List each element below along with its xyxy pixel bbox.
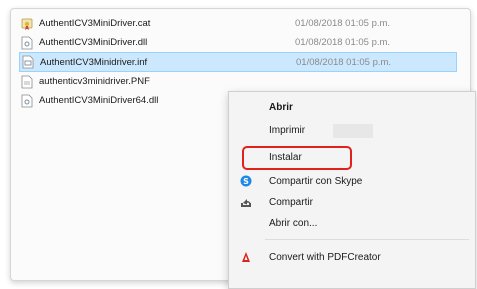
redacted-box <box>333 124 373 138</box>
highlight-annotation <box>242 146 352 170</box>
file-date: 01/08/2018 01:05 p.m. <box>295 18 391 29</box>
dll-file-icon <box>21 94 33 108</box>
file-date: 01/08/2018 01:05 p.m. <box>296 56 392 68</box>
file-date: 01/08/2018 01:05 p.m. <box>295 37 391 48</box>
dll-file-icon <box>21 36 33 50</box>
skype-icon: S <box>240 175 252 187</box>
pdfcreator-icon <box>240 251 252 263</box>
menu-item-label: Compartir con Skype <box>269 175 363 187</box>
menu-item-label: Convert with PDFCreator <box>269 251 381 263</box>
file-name: AuthentICV3MiniDriver.cat <box>39 18 151 29</box>
inf-file-icon <box>22 55 34 69</box>
menu-item-pdfcreator[interactable]: Convert with PDFCreator <box>229 247 469 267</box>
menu-item-compartir-skype[interactable]: S Compartir con Skype <box>229 171 469 191</box>
menu-item-label: Abrir con... <box>269 217 318 229</box>
menu-item-abrir-con[interactable]: Abrir con... <box>229 213 469 233</box>
file-name: AuthentICV3MiniDriver.dll <box>39 37 148 48</box>
menu-item-label: Imprimir <box>269 124 306 136</box>
menu-separator <box>265 239 469 240</box>
file-name: authenticv3minidriver.PNF <box>39 76 150 87</box>
pnf-file-icon <box>21 75 33 89</box>
file-name: AuthentICV3Minidriver.inf <box>40 56 148 68</box>
file-row[interactable]: authenticv3minidriver.PNF <box>21 72 461 91</box>
menu-item-imprimir[interactable]: Imprimir <box>229 120 469 140</box>
certificate-file-icon <box>21 17 33 31</box>
menu-item-label: Abrir <box>269 101 293 113</box>
menu-item-abrir[interactable]: Abrir <box>229 97 469 117</box>
context-menu: Abrir Imprimir Instalar S Compartir con … <box>228 91 476 289</box>
menu-item-compartir[interactable]: Compartir <box>229 192 469 212</box>
file-row-selected[interactable]: AuthentICV3Minidriver.inf 01/08/2018 01:… <box>19 52 457 72</box>
share-icon <box>240 196 252 208</box>
file-row[interactable]: AuthentICV3MiniDriver.cat 01/08/2018 01:… <box>21 14 461 33</box>
file-row[interactable]: AuthentICV3MiniDriver.dll 01/08/2018 01:… <box>21 33 461 52</box>
menu-item-label: Compartir <box>269 196 313 208</box>
svg-text:S: S <box>243 177 249 186</box>
